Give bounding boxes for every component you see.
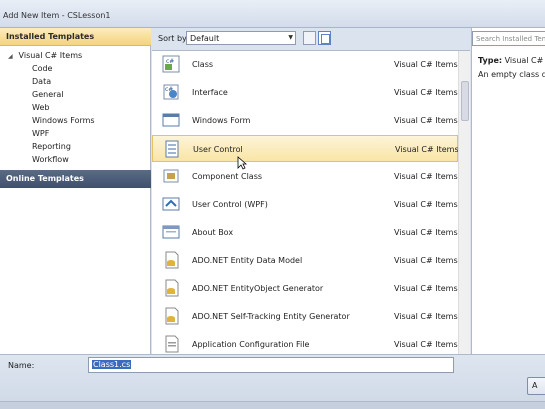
- template-row[interactable]: ADO.NET Self-Tracking Entity Generator Vi…: [152, 303, 458, 330]
- template-name: Interface: [192, 88, 228, 97]
- tree-item-code[interactable]: Code: [32, 64, 52, 73]
- template-name: Class: [192, 60, 214, 69]
- wpf-user-control-icon: [162, 197, 180, 211]
- tree-item-workflow[interactable]: Workflow: [32, 155, 69, 164]
- search-placeholder: Search Installed Tem: [476, 35, 545, 43]
- template-category: Visual C# Items: [394, 200, 458, 209]
- template-name: Windows Form: [192, 116, 251, 125]
- template-category: Visual C# Items: [394, 340, 458, 349]
- template-category: Visual C# Items: [395, 145, 459, 154]
- template-category: Visual C# Items: [394, 116, 458, 125]
- template-row[interactable]: User Control Visual C# Items: [152, 135, 459, 162]
- template-name: About Box: [192, 228, 234, 237]
- config-file-icon: [165, 335, 179, 353]
- sort-by-value: Default: [190, 34, 220, 43]
- template-list: c# Class Visual C# Items c# Interface Visual …: [152, 50, 470, 354]
- mouse-pointer-icon: [237, 156, 247, 170]
- template-name: ADO.NET Entity Data Model: [192, 256, 303, 265]
- template-name: User Control: [193, 145, 243, 154]
- footer-bar: Name: Class1.cs A: [0, 354, 545, 409]
- template-name: Application Configuration File: [192, 340, 310, 349]
- tree-root-label: Visual C# Items: [18, 51, 83, 60]
- template-sidebar: Installed Templates ◢ Visual C# Items Co…: [0, 28, 151, 354]
- svg-text:c#: c#: [165, 86, 173, 93]
- sort-by-label: Sort by:: [158, 34, 189, 43]
- template-category: Visual C# Items: [394, 256, 458, 265]
- template-row[interactable]: About Box Visual C# Items: [152, 219, 458, 246]
- tree-root-visual-csharp[interactable]: ◢ Visual C# Items: [8, 51, 82, 60]
- sort-toolbar: Sort by: Default ▼: [152, 28, 470, 49]
- template-row[interactable]: c# Class Visual C# Items: [152, 51, 458, 78]
- title-bar: Add New Item - CSLesson1: [0, 0, 545, 28]
- installed-templates-header[interactable]: Installed Templates: [0, 28, 151, 46]
- template-row[interactable]: ADO.NET EntityObject Generator Visual C# …: [152, 275, 458, 302]
- self-tracking-generator-icon: [165, 307, 179, 325]
- details-pane: Search Installed Tem Type: Visual C# It …: [471, 28, 545, 354]
- type-label: Type:: [478, 56, 503, 65]
- template-row[interactable]: c# Interface Visual C# Items: [152, 79, 458, 106]
- template-name: ADO.NET Self-Tracking Entity Generator: [192, 312, 350, 321]
- expand-arrow-icon[interactable]: ◢: [8, 53, 16, 60]
- name-input-value: Class1.cs: [92, 360, 132, 369]
- tree-item-windows-forms[interactable]: Windows Forms: [32, 116, 95, 125]
- tree-item-data[interactable]: Data: [32, 77, 51, 86]
- list-view-button[interactable]: [303, 31, 316, 45]
- chevron-down-icon: ▼: [288, 34, 293, 41]
- name-label: Name:: [8, 361, 35, 370]
- search-input[interactable]: Search Installed Tem: [472, 31, 545, 46]
- template-row[interactable]: ADO.NET Entity Data Model Visual C# Items: [152, 247, 458, 274]
- template-name: Component Class: [192, 172, 263, 181]
- template-category: Visual C# Items: [394, 88, 458, 97]
- window-title: Add New Item - CSLesson1: [3, 11, 111, 20]
- tree-item-wpf[interactable]: WPF: [32, 129, 49, 138]
- interface-icon: c#: [163, 84, 179, 100]
- template-name: ADO.NET EntityObject Generator: [192, 284, 324, 293]
- component-class-icon: [163, 169, 179, 183]
- template-list-scrollbar[interactable]: [458, 51, 470, 354]
- template-category: Visual C# Items: [394, 284, 458, 293]
- tree-item-web[interactable]: Web: [32, 103, 49, 112]
- tree-item-reporting[interactable]: Reporting: [32, 142, 71, 151]
- template-row[interactable]: User Control (WPF) Visual C# Items: [152, 191, 458, 218]
- online-templates-header[interactable]: Online Templates: [0, 170, 151, 188]
- template-row[interactable]: Application Configuration File Visual C# …: [152, 331, 458, 354]
- name-input[interactable]: Class1.cs: [88, 357, 454, 373]
- add-button-label: A: [532, 381, 538, 390]
- about-box-icon: [162, 225, 180, 239]
- template-category: Visual C# Items: [394, 60, 458, 69]
- installed-templates-label: Installed Templates: [6, 32, 95, 41]
- user-control-icon: [165, 140, 179, 158]
- type-line: Type: Visual C# It: [478, 56, 545, 65]
- template-category: Visual C# Items: [394, 312, 458, 321]
- scrollbar-thumb[interactable]: [461, 81, 469, 121]
- template-description: An empty class defi: [478, 70, 545, 79]
- template-name: User Control (WPF): [192, 200, 268, 209]
- detail-view-button[interactable]: [318, 31, 331, 45]
- class-icon: c#: [162, 55, 180, 73]
- template-category: Visual C# Items: [394, 228, 458, 237]
- add-button[interactable]: A: [527, 377, 545, 395]
- tree-item-general[interactable]: General: [32, 90, 64, 99]
- svg-text:c#: c#: [166, 58, 174, 65]
- entity-generator-icon: [165, 279, 179, 297]
- template-row[interactable]: Component Class Visual C# Items: [152, 163, 458, 190]
- type-value: Visual C# It: [504, 56, 545, 65]
- template-category: Visual C# Items: [394, 172, 458, 181]
- bottom-scrollbar[interactable]: [0, 401, 545, 409]
- windows-form-icon: [162, 113, 180, 127]
- sort-by-dropdown[interactable]: Default ▼: [186, 31, 296, 45]
- online-templates-label: Online Templates: [6, 174, 84, 183]
- template-row[interactable]: Windows Form Visual C# Items: [152, 107, 458, 134]
- entity-model-icon: [165, 251, 179, 269]
